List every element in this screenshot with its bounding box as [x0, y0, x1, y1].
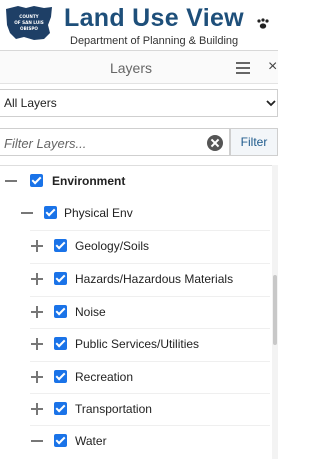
app-subtitle: Department of Planning & Building — [70, 35, 239, 47]
layer-checkbox[interactable] — [54, 239, 67, 252]
layer-checkbox[interactable] — [54, 305, 67, 318]
expand-icon[interactable] — [30, 305, 44, 319]
scroll-thumb[interactable] — [273, 275, 277, 345]
svg-text:OF SAN LUIS: OF SAN LUIS — [14, 20, 44, 25]
clear-icon[interactable] — [207, 135, 223, 151]
layer-label: Transportation — [75, 402, 152, 416]
layer-label: Geology/Soils — [75, 239, 150, 253]
expand-icon[interactable] — [30, 337, 44, 351]
list-icon[interactable] — [236, 62, 250, 74]
layer-row[interactable]: Environment — [0, 166, 270, 198]
filter-button[interactable]: Filter — [230, 128, 278, 156]
close-icon[interactable]: × — [268, 58, 277, 76]
layer-row[interactable]: Physical Env — [14, 198, 270, 230]
panel-title: Layers — [109, 60, 153, 76]
layer-label: Recreation — [75, 370, 134, 384]
layer-label: Public Services/Utilities — [75, 337, 200, 351]
svg-text:OBISPO: OBISPO — [20, 26, 38, 31]
layer-row[interactable]: Geology/Soils — [30, 230, 270, 262]
chevron-down-icon — [266, 100, 276, 107]
expand-icon[interactable] — [30, 370, 44, 384]
layer-row[interactable]: Transportation — [30, 393, 270, 425]
expand-icon[interactable] — [30, 272, 44, 286]
layer-group-select[interactable]: All Layers — [0, 89, 278, 117]
layer-row[interactable]: Water — [30, 425, 270, 457]
layer-checkbox[interactable] — [54, 370, 67, 383]
layer-label: Water — [75, 434, 107, 448]
tree-scrollbar[interactable] — [272, 165, 278, 459]
expand-icon[interactable] — [30, 239, 44, 253]
layer-label: Hazards/Hazardous Materials — [75, 272, 234, 286]
layer-row[interactable]: Public Services/Utilities — [30, 328, 270, 360]
collapse-icon[interactable] — [4, 174, 18, 188]
layer-tree: Environment Physical Env Geology/Soils Haza… — [0, 165, 278, 459]
layer-checkbox[interactable] — [54, 434, 67, 447]
layer-label: Environment — [52, 174, 126, 188]
filter-input-box — [0, 128, 230, 156]
collapse-icon[interactable] — [20, 206, 34, 220]
layer-label: Physical Env — [64, 206, 133, 220]
county-logo: COUNTY OF SAN LUIS OBISPO — [6, 6, 52, 40]
filter-layers-input[interactable] — [4, 133, 200, 153]
collapse-icon[interactable] — [30, 434, 44, 448]
svg-text:COUNTY: COUNTY — [19, 14, 39, 19]
filter-bar: Filter — [0, 128, 278, 156]
layers-panel-header: Layers × — [0, 50, 278, 84]
layer-group-select-value: All Layers — [4, 96, 57, 110]
expand-icon[interactable] — [30, 402, 44, 416]
layer-checkbox[interactable] — [54, 337, 67, 350]
paw-icon — [257, 18, 269, 29]
app-header: COUNTY OF SAN LUIS OBISPO Land Use View … — [0, 0, 278, 49]
layer-checkbox[interactable] — [44, 206, 57, 219]
app-title: Land Use View — [64, 4, 244, 32]
layer-row[interactable]: Hazards/Hazardous Materials — [30, 263, 270, 295]
layer-checkbox[interactable] — [54, 272, 67, 285]
layer-row[interactable]: Recreation — [30, 361, 270, 393]
layer-row[interactable]: Noise — [30, 296, 270, 328]
layer-checkbox[interactable] — [54, 402, 67, 415]
layer-label: Noise — [75, 305, 106, 319]
layer-checkbox[interactable] — [30, 174, 43, 187]
